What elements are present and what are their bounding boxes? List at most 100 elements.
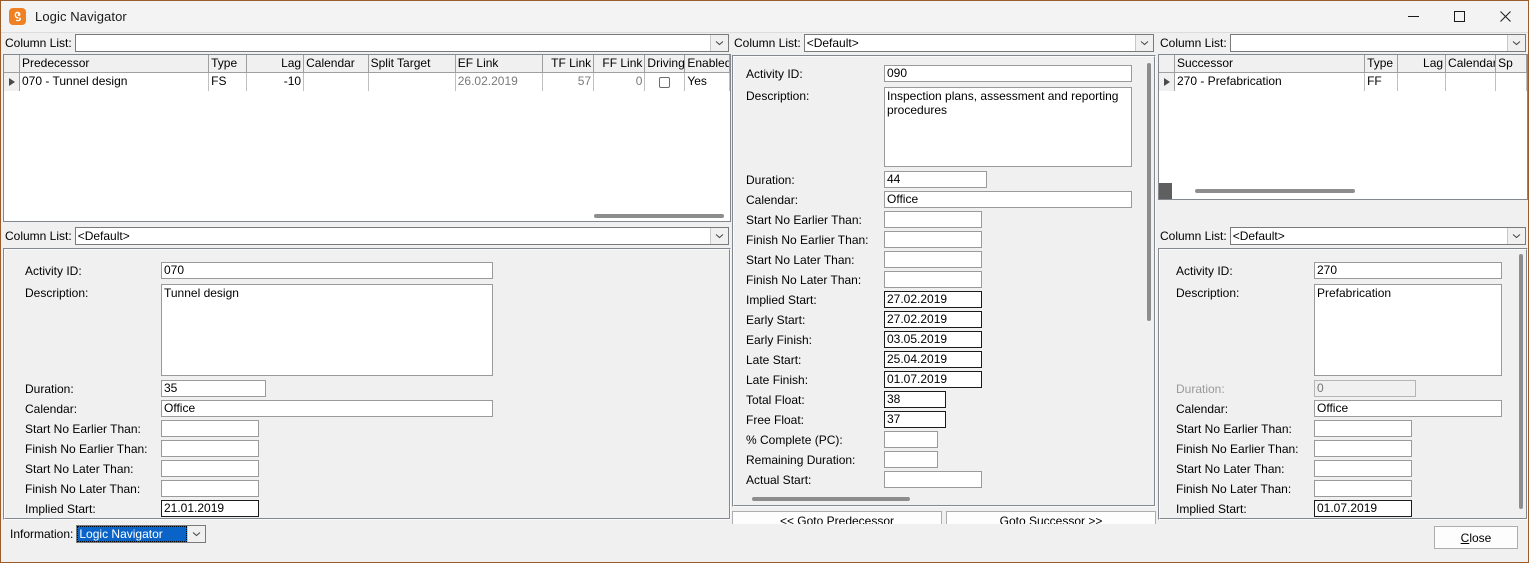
field-row-start-no-earlier-than: Start No Earlier Than: xyxy=(25,420,715,440)
current-form-hscrollbar[interactable] xyxy=(734,493,1154,505)
current-form-vscroll-thumb[interactable] xyxy=(1147,63,1151,321)
header-tf-link[interactable]: TF Link xyxy=(542,55,595,72)
input-finish-no-later-than[interactable] xyxy=(161,480,259,497)
input-start-no-earlier-than[interactable] xyxy=(884,211,982,228)
header-ff-link[interactable]: FF Link xyxy=(594,55,646,72)
successor-form-vscrollbar[interactable] xyxy=(1517,250,1526,518)
current-column-list-combo[interactable]: <Default> xyxy=(803,34,1154,52)
current-form-vscrollbar[interactable] xyxy=(1145,57,1154,505)
header-split-target[interactable]: Split Target xyxy=(368,55,456,72)
input-early-finish[interactable]: 03.05.2019 xyxy=(884,331,982,348)
input-activity-id[interactable]: 090 xyxy=(884,65,1132,82)
predecessor-detail-column-list-combo[interactable]: <Default> xyxy=(74,227,729,245)
input-implied-start[interactable]: 01.07.2019 xyxy=(1314,500,1412,517)
input-calendar[interactable]: Office xyxy=(161,400,493,417)
header-lag[interactable]: Lag xyxy=(247,55,305,72)
successor-form-vscroll-thumb[interactable] xyxy=(1519,254,1523,509)
input-free-float[interactable]: 37 xyxy=(884,411,946,428)
cell-ff-link[interactable]: 0 xyxy=(594,73,646,91)
cell-driving[interactable] xyxy=(645,73,686,91)
predecessor-column-list-combo[interactable] xyxy=(74,34,729,52)
header-driving[interactable]: Driving xyxy=(645,55,686,72)
input-remaining-duration[interactable] xyxy=(884,451,938,468)
input-activity-id[interactable]: 070 xyxy=(161,262,493,279)
cell-calendar[interactable] xyxy=(1446,73,1497,91)
cell-calendar[interactable] xyxy=(304,73,369,91)
input-activity-id[interactable]: 270 xyxy=(1314,262,1502,279)
input-description[interactable]: Inspection plans, assessment and reporti… xyxy=(884,87,1132,167)
table-row[interactable]: 270 - Prefabrication FF xyxy=(1159,73,1527,91)
input-implied-start[interactable]: 21.01.2019 xyxy=(161,500,259,517)
current-form-hscroll-thumb[interactable] xyxy=(752,497,910,501)
successor-grid-hscroll-thumb[interactable] xyxy=(1195,189,1355,193)
successor-grid[interactable]: Successor Type Lag Calendar Sp 270 - Pre… xyxy=(1158,54,1528,200)
cell-enabled[interactable]: Yes xyxy=(685,73,730,91)
predecessor-grid[interactable]: Predecessor Type Lag Calendar Split Targ… xyxy=(3,54,731,222)
input-percent-complete[interactable] xyxy=(884,431,938,448)
header-calendar[interactable]: Calendar xyxy=(304,55,369,72)
input-late-start[interactable]: 25.04.2019 xyxy=(884,351,982,368)
input-start-no-later-than[interactable] xyxy=(1314,460,1412,477)
input-start-no-earlier-than[interactable] xyxy=(1314,420,1412,437)
label-implied-start: Implied Start: xyxy=(25,502,96,516)
input-description[interactable]: Tunnel design xyxy=(161,284,493,376)
label-start-no-later-than: Start No Later Than: xyxy=(1176,462,1285,476)
successor-grid-hscroll-corner[interactable] xyxy=(1159,183,1172,199)
maximize-button[interactable] xyxy=(1436,1,1482,32)
input-finish-no-earlier-than[interactable] xyxy=(161,440,259,457)
header-enabled[interactable]: Enabled xyxy=(685,55,730,72)
cell-predecessor[interactable]: 070 - Tunnel design xyxy=(20,73,210,91)
header-split-target[interactable]: Sp xyxy=(1496,55,1527,72)
input-finish-no-earlier-than[interactable] xyxy=(884,231,982,248)
cell-type[interactable]: FF xyxy=(1365,73,1398,91)
input-early-start[interactable]: 27.02.2019 xyxy=(884,311,982,328)
header-lag[interactable]: Lag xyxy=(1397,55,1447,72)
input-duration[interactable]: 44 xyxy=(884,171,987,188)
minimize-button[interactable] xyxy=(1390,1,1436,32)
chevron-down-icon[interactable] xyxy=(1507,35,1525,51)
cell-type[interactable]: FS xyxy=(209,73,248,91)
input-start-no-later-than[interactable] xyxy=(161,460,259,477)
chevron-down-icon[interactable] xyxy=(1135,35,1153,51)
chevron-down-icon[interactable] xyxy=(187,526,206,542)
cell-successor[interactable]: 270 - Prefabrication xyxy=(1175,73,1366,91)
input-actual-start[interactable] xyxy=(884,471,982,488)
cell-lag[interactable] xyxy=(1397,73,1447,91)
predecessor-grid-hscroll-thumb[interactable] xyxy=(594,214,724,218)
header-type[interactable]: Type xyxy=(209,55,248,72)
input-start-no-earlier-than[interactable] xyxy=(161,420,259,437)
successor-column-list-combo[interactable] xyxy=(1229,34,1526,52)
input-duration[interactable]: 35 xyxy=(161,380,266,397)
input-calendar[interactable]: Office xyxy=(1314,400,1502,417)
information-combo[interactable]: Logic Navigator xyxy=(76,525,207,543)
input-finish-no-earlier-than[interactable] xyxy=(1314,440,1412,457)
cell-split-target[interactable] xyxy=(368,73,456,91)
close-window-button[interactable] xyxy=(1482,1,1528,32)
chevron-down-icon[interactable] xyxy=(1507,228,1525,244)
input-implied-start[interactable]: 27.02.2019 xyxy=(884,291,982,308)
table-row[interactable]: 070 - Tunnel design FS -10 26.02.2019 57… xyxy=(4,73,730,91)
cell-tf-link[interactable]: 57 xyxy=(542,73,595,91)
cell-split-target[interactable] xyxy=(1496,73,1527,91)
input-description[interactable]: Prefabrication xyxy=(1314,284,1502,376)
header-type[interactable]: Type xyxy=(1365,55,1398,72)
successor-grid-panel: Column List: Successor Type Lag Calendar… xyxy=(1158,34,1528,224)
header-predecessor[interactable]: Predecessor xyxy=(20,55,210,72)
header-calendar[interactable]: Calendar xyxy=(1446,55,1497,72)
successor-detail-column-list-combo[interactable]: <Default> xyxy=(1229,227,1526,245)
cell-ef-link[interactable]: 26.02.2019 xyxy=(455,73,543,91)
header-successor[interactable]: Successor xyxy=(1175,55,1366,72)
predecessor-grid-panel: Column List: Predecessor Type Lag Calend… xyxy=(3,34,731,224)
input-calendar[interactable]: Office xyxy=(884,191,1132,208)
header-ef-link[interactable]: EF Link xyxy=(455,55,543,72)
input-start-no-later-than[interactable] xyxy=(884,251,982,268)
input-finish-no-later-than[interactable] xyxy=(884,271,982,288)
chevron-down-icon[interactable] xyxy=(710,35,728,51)
cell-lag[interactable]: -10 xyxy=(247,73,305,91)
chevron-down-icon[interactable] xyxy=(710,228,728,244)
input-total-float[interactable]: 38 xyxy=(884,391,946,408)
driving-checkbox[interactable] xyxy=(659,76,671,88)
close-button[interactable]: Close xyxy=(1434,526,1518,549)
input-late-finish[interactable]: 01.07.2019 xyxy=(884,371,982,388)
input-finish-no-later-than[interactable] xyxy=(1314,480,1412,497)
